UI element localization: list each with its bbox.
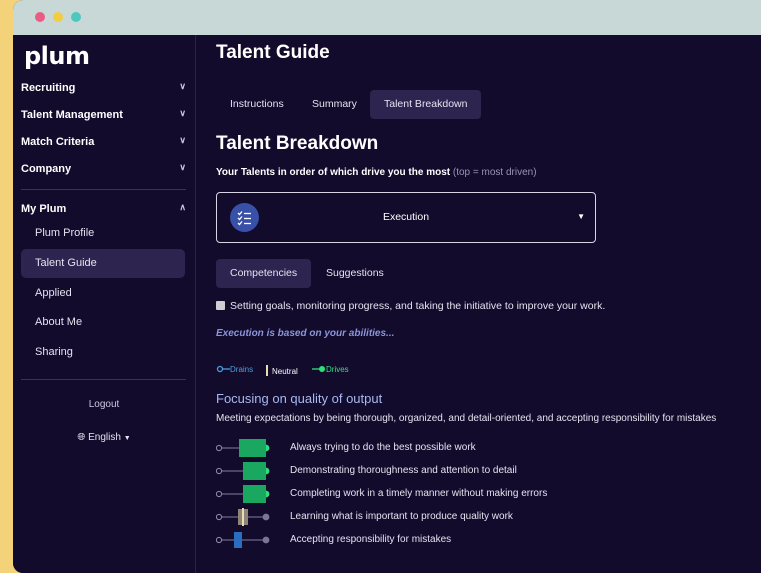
drains-icon bbox=[216, 365, 230, 373]
indicator-start bbox=[216, 536, 223, 544]
chevron-down-icon: ∨ bbox=[179, 135, 186, 145]
competency-indicator bbox=[216, 532, 270, 548]
sidebar-item-label: Applied bbox=[35, 287, 72, 299]
nav-talent-management-label: Talent Management bbox=[21, 109, 123, 121]
talent-note[interactable]: Execution is based on your abilities... bbox=[216, 328, 394, 339]
competency-indicator bbox=[216, 462, 270, 480]
nav-recruiting[interactable]: Recruiting ∨ bbox=[21, 81, 186, 94]
indicator-start bbox=[216, 513, 223, 521]
globe-icon: 🌐︎ bbox=[77, 432, 86, 443]
main-content: Talent Guide Instructions Summary Talent… bbox=[196, 35, 761, 573]
tab-suggestions[interactable]: Suggestions bbox=[312, 259, 398, 288]
caret-down-icon: ▼ bbox=[577, 212, 585, 221]
chevron-down-icon: ∨ bbox=[179, 108, 186, 118]
sidebar-divider bbox=[21, 379, 186, 380]
nav-recruiting-label: Recruiting bbox=[21, 82, 76, 94]
competency-indicator bbox=[216, 508, 270, 526]
sidebar-item-plum-profile[interactable]: Plum Profile bbox=[21, 219, 185, 248]
competency-label: Demonstrating thoroughness and attention… bbox=[290, 465, 517, 476]
competency-row: Accepting responsibility for mistakes bbox=[216, 530, 736, 550]
competency-label: Accepting responsibility for mistakes bbox=[290, 534, 452, 545]
competency-label: Completing work in a timely manner witho… bbox=[290, 488, 548, 499]
plum-logo[interactable]: plum bbox=[24, 42, 90, 70]
logout-link[interactable]: Logout bbox=[13, 399, 195, 410]
sidebar-divider bbox=[21, 189, 186, 190]
indicator-mark bbox=[242, 508, 244, 526]
competency-indicator bbox=[216, 485, 270, 503]
tab-talent-breakdown[interactable]: Talent Breakdown bbox=[370, 90, 482, 119]
nav-company[interactable]: Company ∨ bbox=[21, 162, 186, 175]
nav-match-criteria[interactable]: Match Criteria ∨ bbox=[21, 135, 186, 148]
nav-my-plum[interactable]: My Plum ∧ bbox=[21, 202, 186, 215]
legend-drives: Drives bbox=[312, 365, 349, 374]
section-title: Talent Breakdown bbox=[216, 133, 379, 154]
competency-row: Demonstrating thoroughness and attention… bbox=[216, 461, 736, 481]
sidebar-item-sharing[interactable]: Sharing bbox=[21, 338, 185, 367]
indicator-bar bbox=[239, 439, 266, 457]
talent-description-text: Setting goals, monitoring progress, and … bbox=[230, 300, 606, 312]
competency-row: Learning what is important to produce qu… bbox=[216, 507, 736, 527]
legend-label: Neutral bbox=[272, 367, 298, 376]
language-selector[interactable]: 🌐︎ English ▼ bbox=[13, 432, 195, 443]
talent-select[interactable]: Execution ▼ bbox=[216, 192, 596, 243]
subtitle-bold: Your Talents in order of which drive you… bbox=[216, 167, 451, 178]
indicator-bar bbox=[234, 532, 242, 548]
nav-company-label: Company bbox=[21, 163, 72, 175]
app-window: plum Recruiting ∨ Talent Management ∨ Ma… bbox=[13, 0, 761, 573]
indicator-start bbox=[216, 467, 223, 475]
legend-drains: Drains bbox=[216, 365, 253, 374]
talent-description: Setting goals, monitoring progress, and … bbox=[216, 300, 605, 312]
drives-icon bbox=[312, 366, 325, 372]
sidebar-item-applied[interactable]: Applied bbox=[21, 279, 185, 308]
language-label: English bbox=[88, 432, 121, 443]
indicator-end bbox=[262, 513, 270, 521]
caret-down-icon: ▼ bbox=[123, 435, 131, 442]
focus-description: Meeting expectations by being thorough, … bbox=[216, 413, 717, 424]
nav-match-criteria-label: Match Criteria bbox=[21, 136, 95, 148]
chevron-down-icon: ∨ bbox=[179, 81, 186, 91]
sidebar: plum Recruiting ∨ Talent Management ∨ Ma… bbox=[13, 35, 196, 573]
sidebar-item-label: About Me bbox=[35, 316, 83, 328]
chevron-up-icon: ∧ bbox=[179, 202, 186, 212]
legend-label: Drives bbox=[326, 365, 349, 374]
neutral-icon bbox=[266, 365, 268, 376]
indicator-end bbox=[262, 536, 270, 544]
sidebar-item-label: Plum Profile bbox=[35, 227, 95, 239]
indicator-bar bbox=[243, 485, 266, 503]
sidebar-item-talent-guide[interactable]: Talent Guide bbox=[21, 249, 185, 278]
competency-label: Learning what is important to produce qu… bbox=[290, 511, 513, 522]
nav-talent-management[interactable]: Talent Management ∨ bbox=[21, 108, 186, 121]
tab-instructions[interactable]: Instructions bbox=[216, 90, 298, 119]
nav-my-plum-label: My Plum bbox=[21, 203, 67, 215]
close-window-dot[interactable] bbox=[35, 12, 45, 22]
legend-neutral: Neutral bbox=[266, 365, 298, 376]
subtitle-hint: (top = most driven) bbox=[452, 167, 537, 178]
sidebar-item-label: Talent Guide bbox=[35, 257, 97, 269]
talents-subtitle: Your Talents in order of which drive you… bbox=[216, 167, 537, 178]
sidebar-item-about-me[interactable]: About Me bbox=[21, 308, 185, 337]
maximize-window-dot[interactable] bbox=[71, 12, 81, 22]
competency-row: Always trying to do the best possible wo… bbox=[216, 438, 736, 458]
indicator-bar bbox=[243, 462, 266, 480]
indicator-start bbox=[216, 490, 223, 498]
page-title: Talent Guide bbox=[216, 42, 330, 63]
competency-row: Completing work in a timely manner witho… bbox=[216, 484, 736, 504]
tab-summary[interactable]: Summary bbox=[298, 90, 371, 119]
legend-label: Drains bbox=[230, 365, 254, 374]
book-icon bbox=[216, 301, 225, 310]
checklist-icon bbox=[230, 203, 259, 232]
competency-label: Always trying to do the best possible wo… bbox=[290, 442, 476, 453]
sidebar-item-label: Sharing bbox=[35, 346, 73, 358]
chevron-down-icon: ∨ bbox=[179, 162, 186, 172]
title-bar bbox=[13, 0, 761, 35]
indicator-start bbox=[216, 444, 223, 452]
tab-competencies[interactable]: Competencies bbox=[216, 259, 312, 288]
competency-indicator bbox=[216, 439, 270, 457]
minimize-window-dot[interactable] bbox=[53, 12, 63, 22]
focus-title: Focusing on quality of output bbox=[216, 391, 383, 406]
talent-select-value: Execution bbox=[382, 211, 430, 223]
